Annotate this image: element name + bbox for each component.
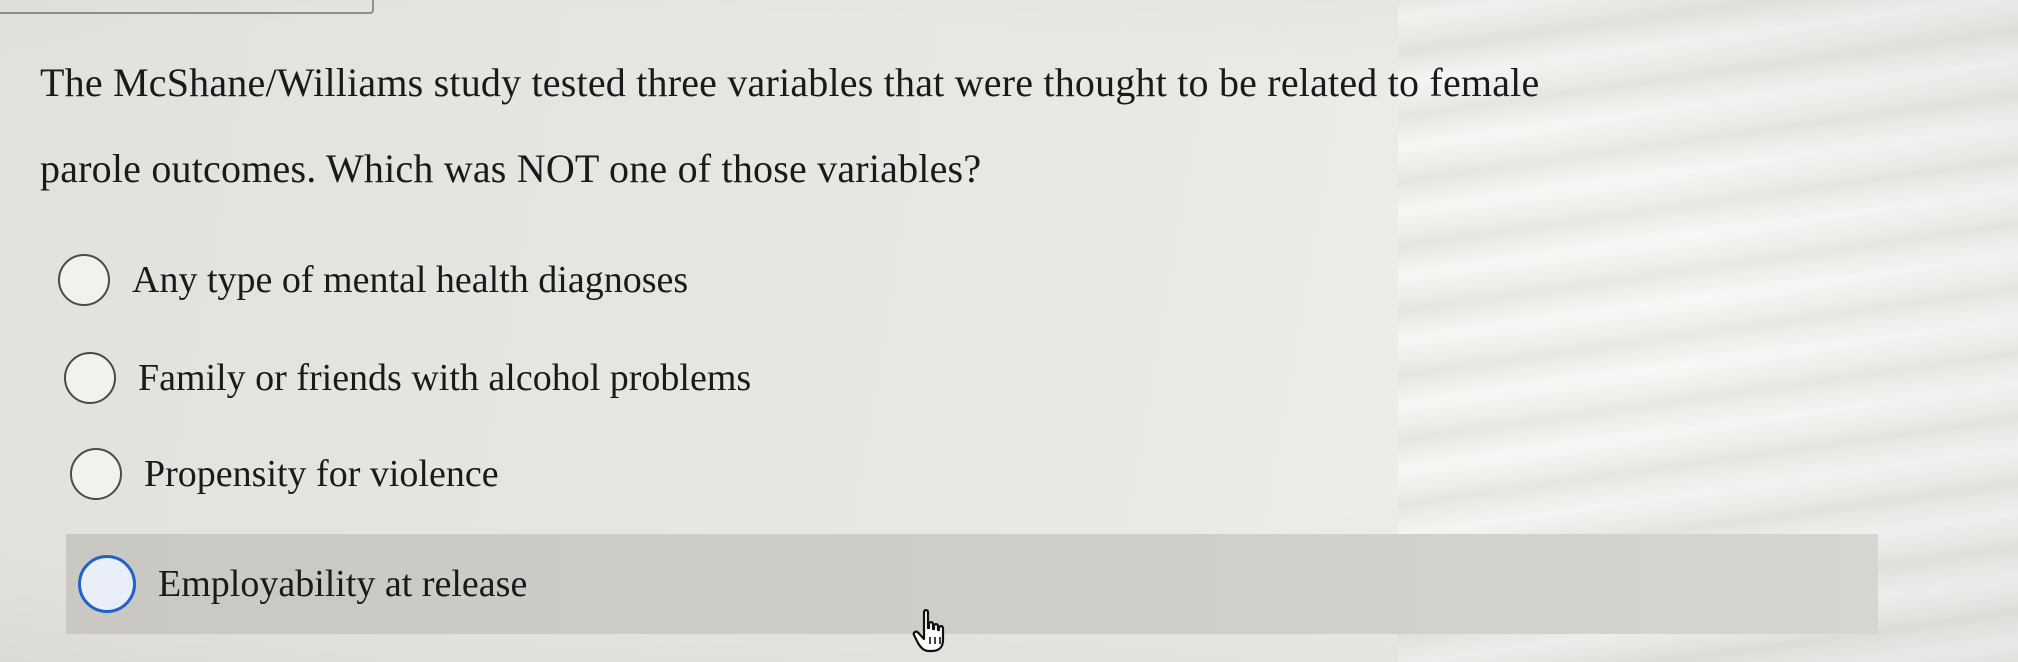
- hand-pointer-icon: [912, 609, 945, 653]
- question-line-2: parole outcomes. Which was NOT one of th…: [40, 146, 982, 191]
- question-text: The McShane/Williams study tested three …: [40, 40, 1660, 212]
- radio-button-icon[interactable]: [78, 555, 136, 613]
- option-label: Propensity for violence: [144, 453, 499, 495]
- tab-edge: [0, 0, 374, 14]
- option-propensity-violence[interactable]: Propensity for violence: [70, 444, 499, 504]
- question-line-1: The McShane/Williams study tested three …: [40, 60, 1540, 105]
- option-alcohol-problems[interactable]: Family or friends with alcohol problems: [64, 348, 751, 408]
- radio-button-icon[interactable]: [58, 254, 110, 306]
- radio-button-icon[interactable]: [64, 352, 116, 404]
- option-label: Any type of mental health diagnoses: [132, 259, 689, 301]
- option-mental-health[interactable]: Any type of mental health diagnoses: [58, 250, 688, 310]
- option-employability[interactable]: Employability at release: [66, 534, 1878, 634]
- option-label: Employability at release: [158, 563, 528, 605]
- radio-button-icon[interactable]: [70, 448, 122, 500]
- option-label: Family or friends with alcohol problems: [138, 357, 752, 399]
